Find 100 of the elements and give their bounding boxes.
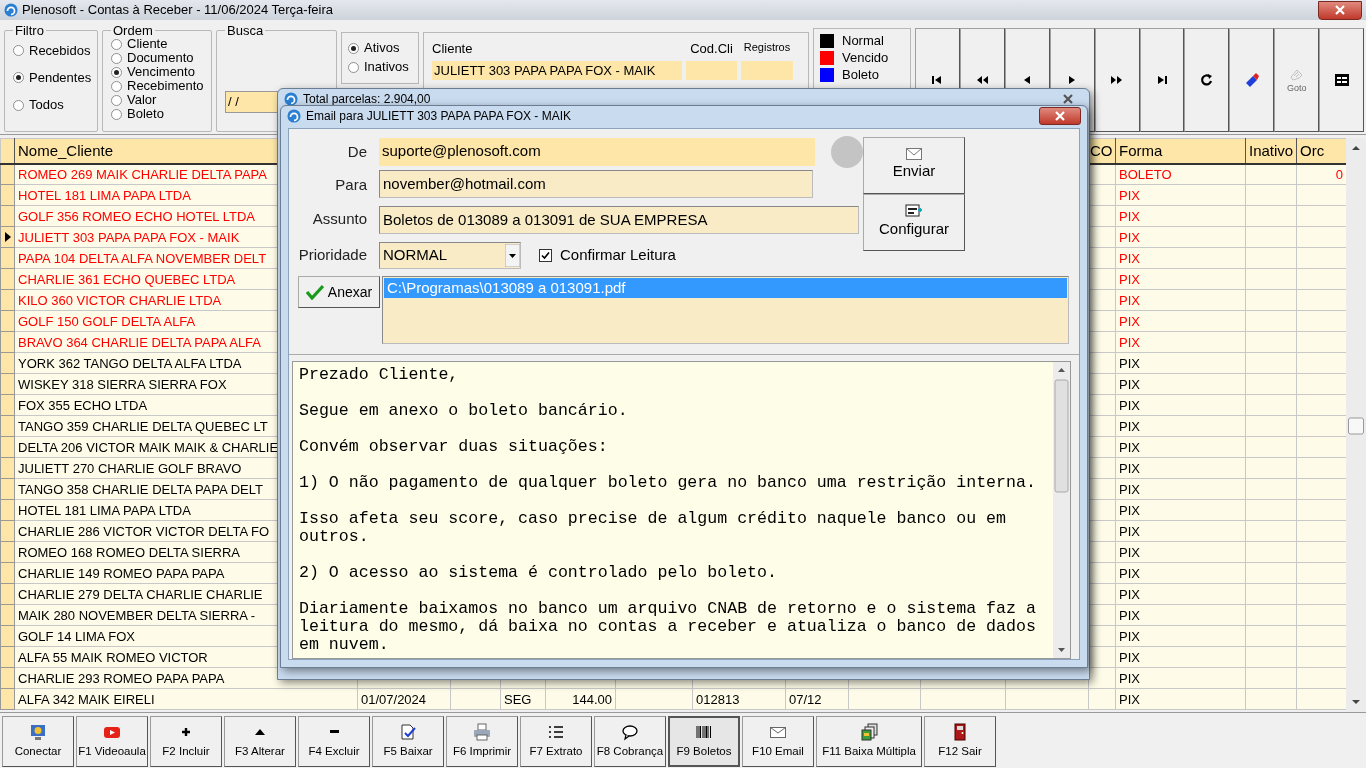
configure-button[interactable]: Configurar (863, 194, 965, 251)
close-button[interactable] (1039, 107, 1081, 125)
table-cell: PIX (1115, 499, 1246, 521)
table-cell: ALFA 342 MAIK EIRELI (14, 688, 358, 710)
radio-label[interactable]: Boleto (127, 107, 164, 121)
checkbox-label[interactable]: Confirmar Leitura (560, 243, 676, 267)
field-label: Cod.Cli (689, 40, 734, 58)
toolbar-button[interactable]: F9 Boletos (668, 716, 740, 767)
refresh-icon (1198, 72, 1215, 88)
speech-bubble-icon (621, 722, 639, 741)
toolbar-button[interactable]: F11 Baixa Múltipla (816, 716, 922, 767)
attach-button[interactable]: Anexar (298, 276, 380, 308)
toolbar-button[interactable]: F7 Extrato (520, 716, 592, 767)
table-cell: 144.00 (545, 688, 616, 710)
table-cell: PIX (1115, 352, 1246, 374)
row-selector[interactable] (0, 226, 15, 248)
next-page-button[interactable] (1094, 28, 1140, 132)
table-cell: PIX (1115, 625, 1246, 647)
radio-button[interactable] (111, 52, 122, 64)
documents-icon (860, 722, 878, 741)
last-button[interactable] (1139, 28, 1185, 132)
refresh-button[interactable] (1184, 28, 1230, 132)
toolbar-button[interactable]: Conectar (2, 716, 74, 767)
toolbar-button[interactable]: F2 Incluir (150, 716, 222, 767)
radio-label[interactable]: Todos (29, 98, 64, 113)
table-cell: PIX (1115, 667, 1246, 689)
close-icon (1335, 5, 1345, 15)
records-field[interactable] (741, 60, 793, 80)
group-title: Ordem (112, 24, 154, 37)
table-cell: PIX (1115, 331, 1246, 353)
envelope-icon (906, 148, 922, 161)
radio-label[interactable]: Inativos (364, 60, 409, 74)
radio-label[interactable]: Cliente (127, 37, 168, 51)
subject-field[interactable]: Boletos de 013089 a 013091 de SUA EMPRESA (379, 205, 859, 234)
table-cell: PIX (1115, 562, 1246, 584)
to-field[interactable]: november@hotmail.com (379, 170, 813, 198)
status-dot-icon (831, 136, 863, 168)
table-cell: SEG (500, 688, 546, 710)
toolbar-button[interactable]: F6 Imprimir (446, 716, 518, 767)
group-title: Busca (226, 24, 265, 37)
radio-button[interactable] (111, 108, 122, 120)
table-cell: PIX (1115, 247, 1246, 269)
field-label: Registros (742, 40, 792, 55)
radio-label[interactable]: Ativos (364, 41, 400, 55)
radio-button[interactable] (13, 72, 24, 84)
radio-button[interactable] (111, 80, 122, 92)
client-field[interactable]: JULIETT 303 PAPA PAPA FOX - MAIK (432, 60, 682, 80)
monitor-icon (29, 722, 47, 741)
toolbar-button[interactable]: F12 Sair (924, 716, 996, 767)
radio-label[interactable]: Recebidos (29, 43, 91, 58)
radio-button[interactable] (13, 99, 24, 111)
edit-button[interactable] (1229, 28, 1275, 132)
from-field[interactable]: suporte@plenosoft.com (379, 138, 815, 166)
column-header[interactable]: Orc (1296, 138, 1346, 164)
toolbar-button[interactable]: F5 Baixar (372, 716, 444, 767)
radio-label[interactable]: Documento (127, 51, 194, 65)
window-title: Plenosoft - Contas à Receber - 11/06/2024 Terça-feira (22, 1, 334, 20)
table-cell: PIX (1115, 394, 1246, 416)
app-icon (4, 3, 18, 17)
table-cell: PIX (1115, 478, 1246, 500)
table-cell: PIX (1115, 604, 1246, 626)
table-cell: 01/07/2024 (357, 688, 451, 710)
radio-label[interactable]: Recebimento (127, 79, 204, 93)
printer-icon (473, 722, 491, 741)
toolbar-button[interactable]: F8 Cobrança (594, 716, 666, 767)
table-cell: PIX (1115, 184, 1246, 206)
app-icon (284, 92, 298, 106)
dialog-title: Email para JULIETT 303 PAPA PAPA FOX - MAIK (306, 108, 572, 125)
column-header[interactable]: Inativo (1245, 138, 1297, 164)
legend-label: Normal (842, 33, 884, 49)
table-cell: PIX (1115, 520, 1246, 542)
radio-button[interactable] (348, 61, 359, 73)
toolbar-button[interactable]: F1 Videoaula (76, 716, 148, 767)
close-button[interactable] (1318, 0, 1362, 20)
toolbar-button[interactable]: F4 Excluir (298, 716, 370, 767)
radio-label[interactable]: Pendentes (29, 71, 92, 85)
row-selector[interactable] (0, 163, 15, 185)
radio-button[interactable] (111, 38, 122, 50)
radio-label[interactable]: Valor (127, 93, 157, 107)
radio-button[interactable] (111, 66, 122, 78)
radio-button[interactable] (13, 45, 24, 57)
check-icon (305, 284, 324, 300)
radio-label[interactable]: Vencimento (127, 65, 195, 79)
toolbar-button[interactable]: F10 Email (742, 716, 814, 767)
toolbar-button[interactable]: F3 Alterar (224, 716, 296, 767)
field-label: Cliente (432, 40, 474, 58)
app-icon (287, 109, 301, 123)
radio-button[interactable] (348, 42, 359, 54)
table-cell: PIX (1115, 436, 1246, 458)
code-field[interactable] (686, 60, 737, 80)
send-button[interactable]: Enviar (863, 137, 965, 194)
table-cell: 012813 (692, 688, 786, 710)
column-header[interactable]: Forma (1115, 138, 1246, 164)
form-button[interactable] (1319, 28, 1365, 132)
checkbox[interactable] (539, 248, 552, 262)
radio-button[interactable] (111, 94, 122, 106)
priority-select[interactable]: NORMAL (379, 241, 521, 269)
table-cell: PIX (1115, 310, 1246, 332)
table-cell: PIX (1115, 415, 1246, 437)
column-header[interactable]: CO (1088, 138, 1116, 164)
